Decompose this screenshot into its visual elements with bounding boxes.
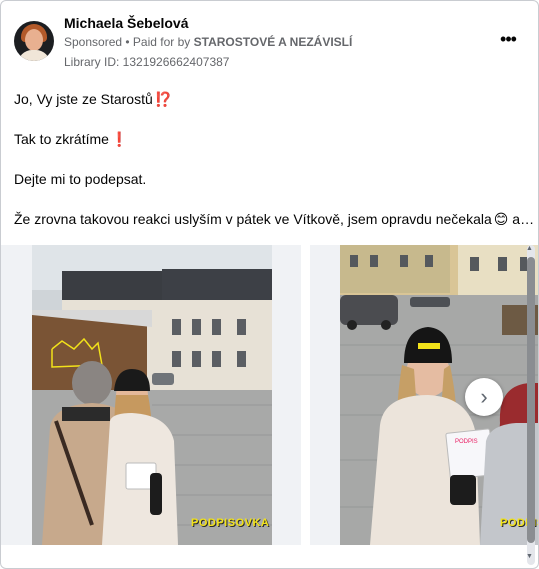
sponsored-line: Sponsored • Paid for by STAROSTOVÉ A NEZ… [64,35,352,49]
avatar-body [18,50,50,61]
scrollbar-thumb[interactable] [527,257,535,543]
avatar-face [25,29,43,51]
smile-emoji: 😊 [493,211,509,227]
line-text: Že zrovna takovou reakci uslyším v pátek… [14,211,492,227]
more-options-button[interactable]: ••• [496,29,520,53]
line-text: Jo, Vy jste ze Starostů [14,91,153,107]
exclamation-emoji: ❗ [110,131,129,147]
chevron-right-icon: › [480,384,488,409]
post-text-line-2: Tak to zkrátíme ❗ [14,131,128,148]
post-text-line-1: Jo, Vy jste ze Starostů ⁉️ [14,91,172,108]
slide-1-photo [32,245,272,545]
see-more-link[interactable]: a… [512,211,534,227]
paid-for-prefix: • Paid for by [125,35,191,49]
scroll-down-icon[interactable]: ▼ [526,553,533,560]
author-avatar[interactable] [14,21,54,61]
slide-2-image: PODPIS [340,245,538,545]
carousel-slide-1[interactable]: PODPISOVKA [1,245,301,545]
image-carousel: PODPISOVKA PODPIS POD › [1,245,538,545]
sponsored-label[interactable]: Sponsored [64,35,122,49]
slide-1-image [32,245,272,545]
slide-2-photo: PODPIS [340,245,538,545]
line-text: Tak to zkrátíme [14,131,109,147]
post-text-line-3: Dejte mi to podepsat. [14,171,147,187]
more-horizontal-icon: ••• [500,29,517,49]
post-text-line-4: Že zrovna takovou reakci uslyším v pátek… [14,211,534,228]
carousel-next-button[interactable]: › [465,378,503,416]
library-id: Library ID: 1321926662407387 [64,55,230,69]
sponsored-post-card: Michaela Šebelová Sponsored • Paid for b… [0,0,539,569]
interrobang-emoji: ⁉️ [154,91,173,107]
svg-text:PODPIS: PODPIS [455,439,478,445]
slide-1-stamp: PODPISOVKA [191,517,270,529]
carousel-slide-2[interactable]: PODPIS PODPISO [310,245,538,545]
author-name[interactable]: Michaela Šebelová [64,15,189,31]
scroll-up-icon[interactable]: ▲ [526,245,533,252]
paid-for-by[interactable]: STAROSTOVÉ A NEZÁVISLÍ [194,35,353,49]
